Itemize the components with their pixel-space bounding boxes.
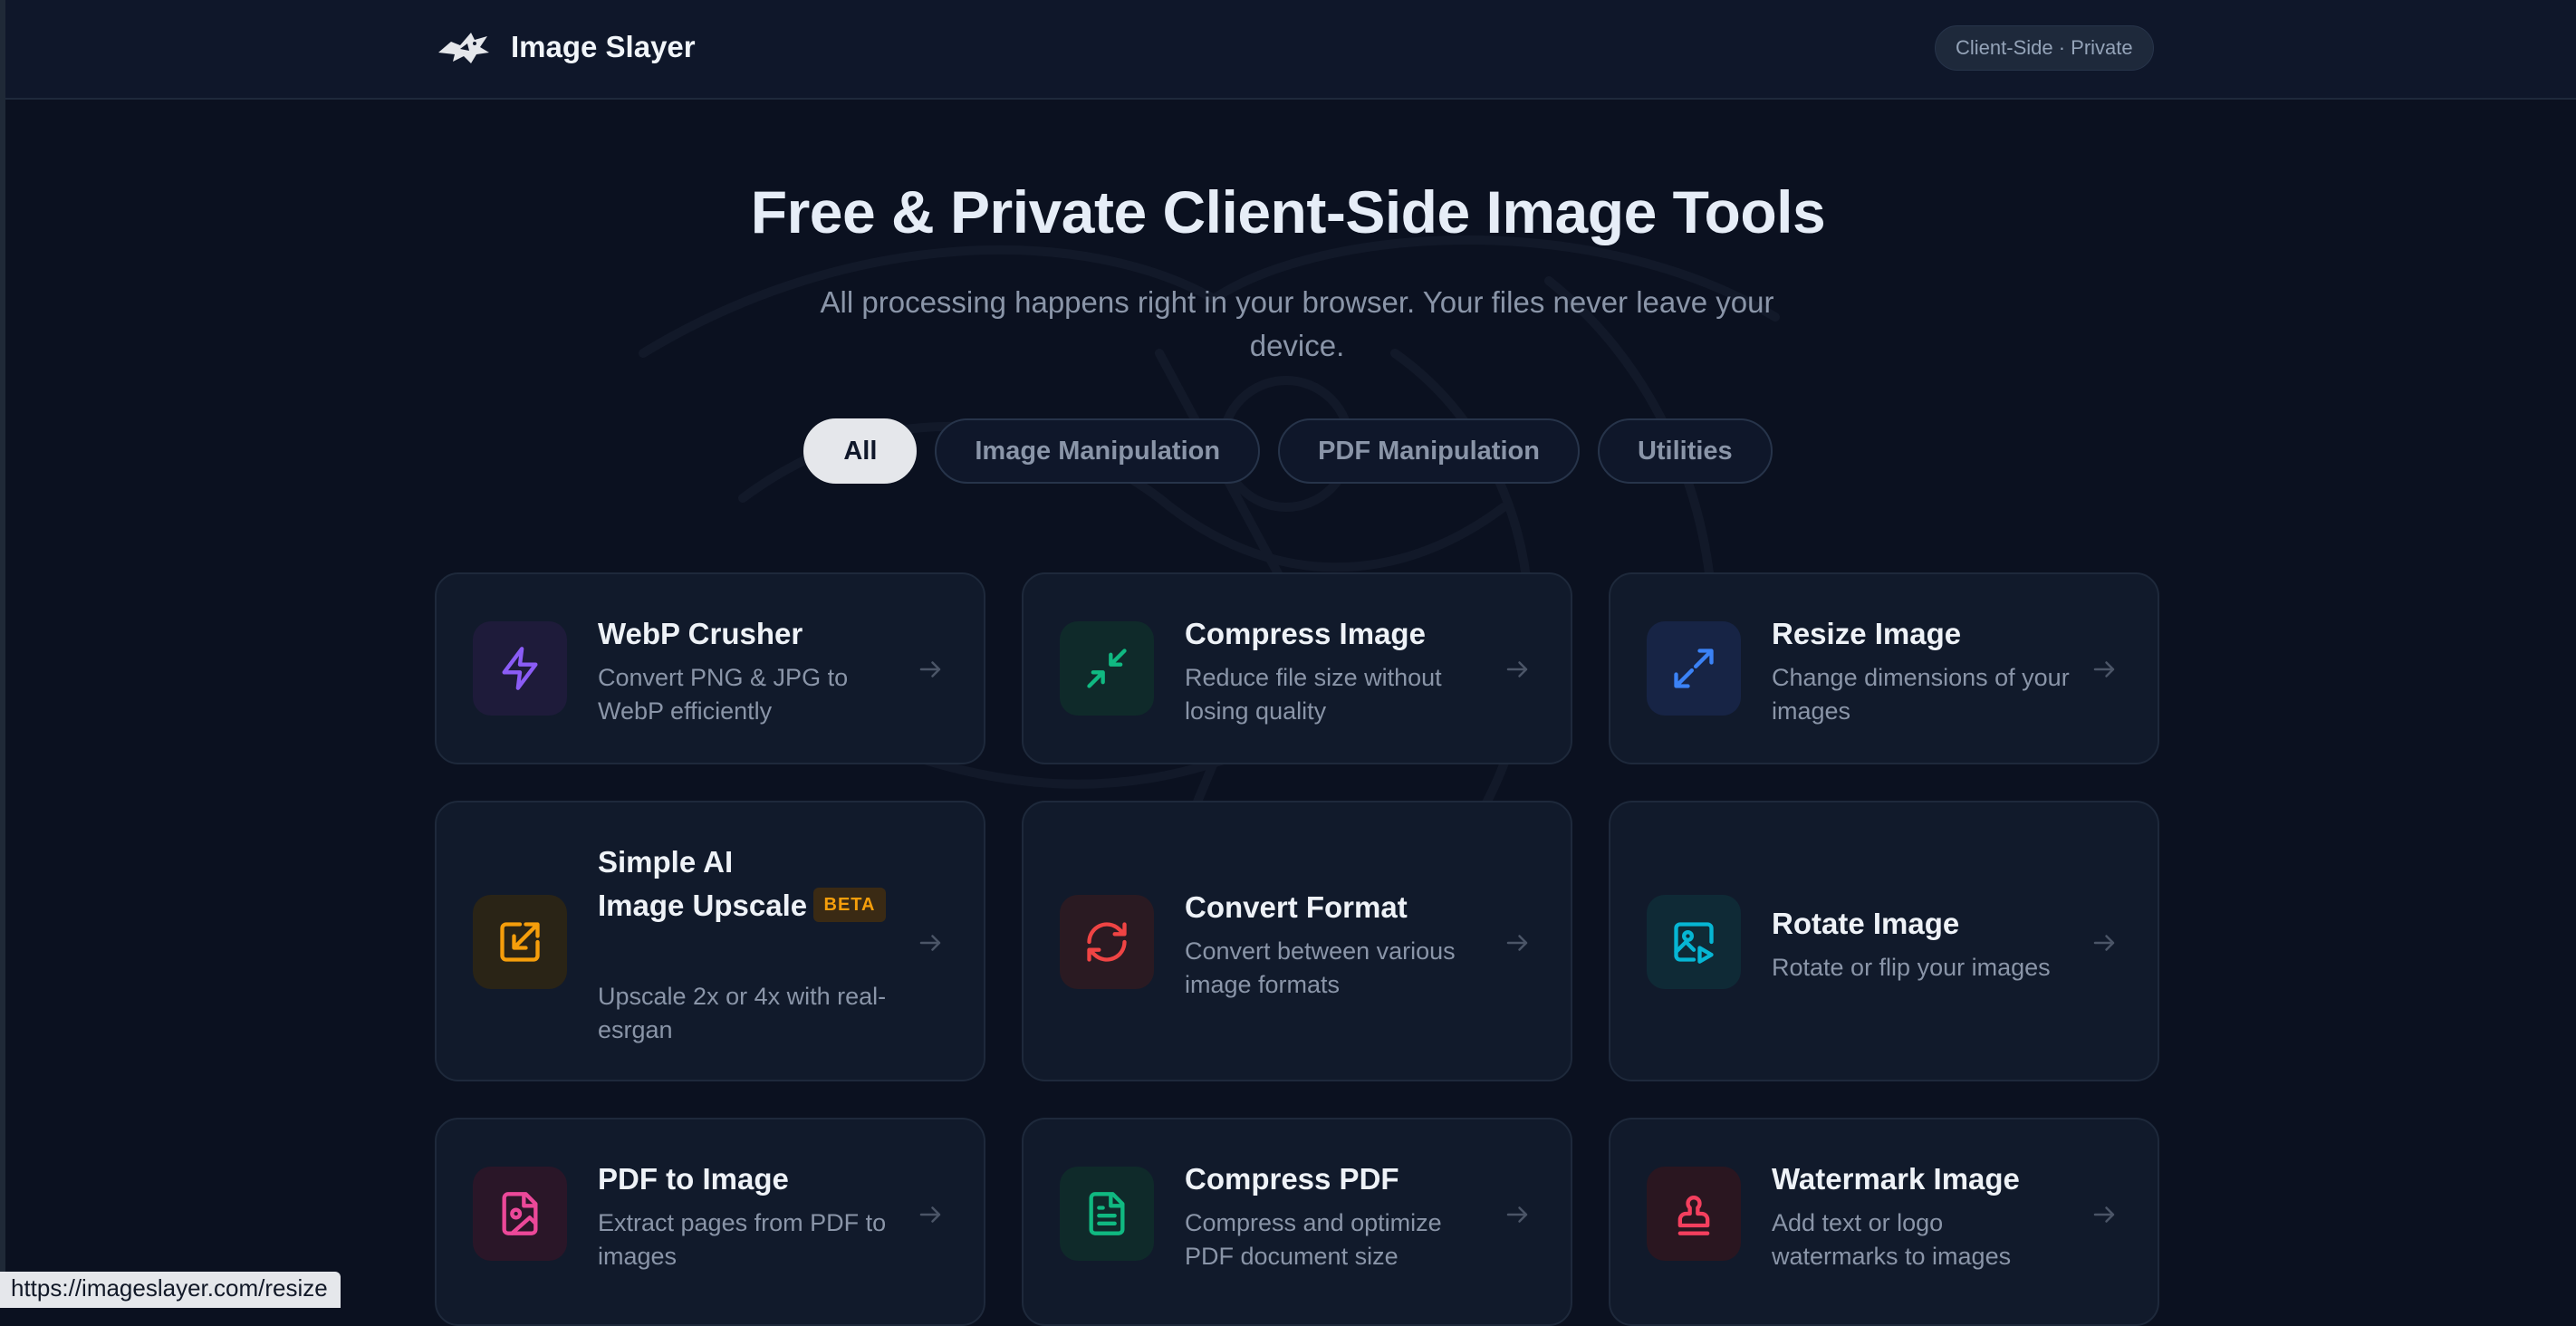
arrow-right-icon [917, 929, 944, 956]
arrow-right-icon [1504, 929, 1531, 956]
arrow-right-icon [1504, 656, 1531, 683]
tool-description: Change dimensions of your images [1772, 664, 2070, 725]
tool-title: Watermark Image [1772, 1162, 2020, 1196]
tool-title: Simple AI Image Upscale [598, 845, 808, 922]
tool-description: Reduce file size without losing quality [1185, 664, 1442, 725]
dragon-logo-icon [438, 33, 489, 63]
page-title: Free & Private Client-Side Image Tools [750, 178, 1826, 245]
refresh-icon [1087, 922, 1127, 962]
beta-badge: BETA [813, 888, 886, 922]
tile-webp-crusher [473, 621, 567, 716]
upscale-icon [500, 922, 540, 962]
tile-convert-format [1060, 895, 1154, 989]
tool-description: Extract pages from PDF to images [598, 1209, 887, 1270]
file-text-icon [1089, 1192, 1125, 1235]
expand-arrows-icon [1674, 649, 1714, 688]
minimize-arrows-icon [1087, 649, 1127, 688]
tile-watermark-image [1647, 1167, 1741, 1261]
brand[interactable]: Image Slayer [435, 25, 696, 69]
tool-card-webp-crusher[interactable]: WebP Crusher Convert PNG & JPG to WebP e… [435, 572, 985, 764]
tool-title: Compress Image [1185, 617, 1426, 650]
category-filter-tabs: All Image Manipulation PDF Manipulation … [0, 418, 2576, 484]
arrow-right-icon [917, 656, 944, 683]
image-play-icon [1674, 922, 1714, 964]
tool-title: Convert Format [1185, 890, 1408, 924]
tile-ai-upscale [473, 895, 567, 989]
tool-title: WebP Crusher [598, 617, 803, 650]
tool-description: Rotate or flip your images [1772, 954, 2051, 981]
tool-title: Rotate Image [1772, 907, 1960, 940]
tool-description: Add text or logo watermarks to images [1772, 1209, 2012, 1270]
arrow-right-icon [917, 1201, 944, 1228]
tool-description: Compress and optimize PDF document size [1185, 1209, 1442, 1270]
tool-description: Convert between various image formats [1185, 937, 1456, 998]
tool-card-compress-image[interactable]: Compress Image Reduce file size without … [1022, 572, 1572, 764]
file-image-icon [502, 1192, 538, 1235]
tile-rotate-image [1647, 895, 1741, 989]
tool-card-resize-image[interactable]: Resize Image Change dimensions of your i… [1609, 572, 2159, 764]
tile-compress-image [1060, 621, 1154, 716]
arrow-right-icon [2091, 1201, 2118, 1228]
tile-resize-image [1647, 621, 1741, 716]
tool-card-rotate-image[interactable]: Rotate Image Rotate or flip your images [1609, 801, 2159, 1081]
brand-name: Image Slayer [511, 30, 696, 63]
tile-pdf-to-image [473, 1167, 567, 1261]
filter-all[interactable]: All [803, 418, 918, 484]
arrow-right-icon [1504, 1201, 1531, 1228]
lightning-icon [502, 647, 538, 690]
tool-card-convert-format[interactable]: Convert Format Convert between various i… [1022, 801, 1572, 1081]
arrow-right-icon [2091, 929, 2118, 956]
privacy-badge: Client-Side · Private [1935, 25, 2154, 71]
filter-utilities[interactable]: Utilities [1597, 418, 1773, 484]
filter-image-manipulation[interactable]: Image Manipulation [935, 418, 1261, 484]
tool-title: PDF to Image [598, 1162, 789, 1196]
tool-title: Resize Image [1772, 617, 1962, 650]
tool-title: Compress PDF [1185, 1162, 1399, 1196]
stamp-icon [1677, 1196, 1710, 1235]
link-status-bar: https://imageslayer.com/resize [0, 1272, 341, 1308]
tile-compress-pdf [1060, 1167, 1154, 1261]
filter-pdf-manipulation[interactable]: PDF Manipulation [1278, 418, 1580, 484]
page-subtitle: All processing happens right in your bro… [820, 285, 1774, 362]
tool-description: Convert PNG & JPG to WebP efficiently [598, 664, 849, 725]
tool-card-ai-upscale[interactable]: Simple AI Image Upscale Upscale 2x or 4x… [435, 801, 985, 1081]
arrow-right-icon [2091, 656, 2118, 683]
top-navbar: Image Slayer Client-Side · Private [5, 0, 2576, 100]
tool-description: Upscale 2x or 4x with real-esrgan [598, 983, 887, 1043]
